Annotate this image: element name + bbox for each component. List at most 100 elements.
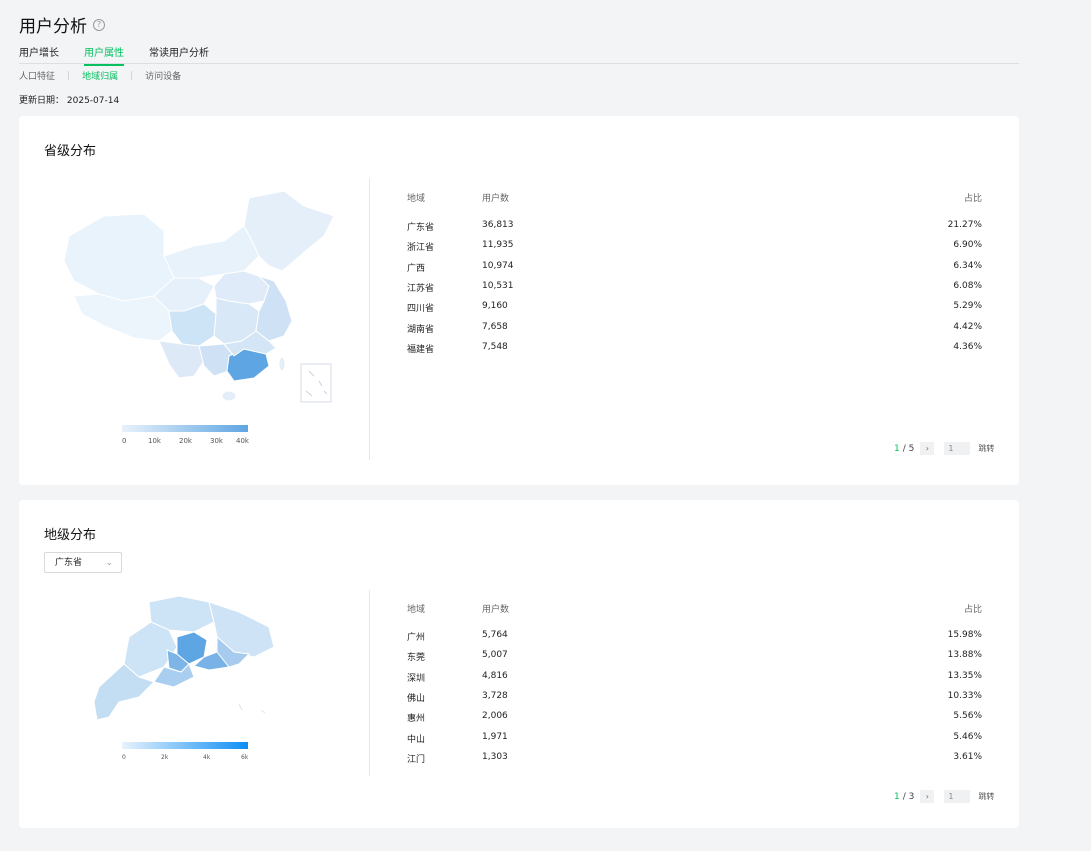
- row-ratio: 6.90%: [953, 240, 982, 251]
- update-date: 更新日期： 2025-07-14: [19, 93, 119, 106]
- update-date-label: 更新日期：: [19, 96, 65, 106]
- city-header-region: 地域: [407, 605, 426, 615]
- row-ratio: 4.42%: [953, 321, 982, 332]
- subtab-divider: |: [67, 70, 71, 81]
- province-legend-bar: [122, 425, 248, 432]
- row-ratio: 13.88%: [947, 650, 982, 661]
- row-ratio: 4.36%: [953, 341, 982, 352]
- pager-total: / 5: [902, 443, 915, 454]
- city-legend-2k: 2k: [161, 754, 169, 761]
- province-header-users: 用户数: [482, 194, 510, 204]
- pager-total: / 3: [902, 791, 915, 802]
- map-south-sea-inset: [300, 363, 332, 403]
- row-ratio: 3.61%: [953, 751, 982, 762]
- row-users: 36,813: [482, 220, 514, 230]
- pager-current: 1: [894, 443, 900, 454]
- page-title-text: 用户分析: [19, 17, 87, 37]
- row-region: 浙江省: [407, 243, 435, 254]
- row-users: 1,971: [482, 731, 508, 742]
- row-region: 福建省: [407, 344, 435, 355]
- row-region: 四川省: [407, 304, 435, 315]
- province-legend-10k: 10k: [148, 437, 161, 445]
- city-legend-6k: 6k: [241, 754, 249, 761]
- subtab-divider: |: [130, 70, 134, 81]
- table-row: 福建省 7,548 4.36%: [407, 342, 982, 356]
- row-region: 广东省: [407, 223, 435, 233]
- chevron-right-icon[interactable]: ›: [920, 442, 935, 455]
- subtab-devices[interactable]: 访问设备: [145, 69, 181, 82]
- china-map[interactable]: [44, 186, 344, 406]
- row-users: 10,974: [482, 260, 514, 271]
- province-header-region: 地域: [407, 194, 426, 204]
- province-select[interactable]: 广东省 ⌄: [44, 552, 122, 573]
- row-region: 湖南省: [407, 324, 435, 335]
- city-header-ratio: 占比: [963, 605, 982, 615]
- row-ratio: 10.33%: [947, 690, 982, 701]
- table-row: 中山 1,971 5.46%: [407, 732, 982, 746]
- tab-user-growth[interactable]: 用户增长: [19, 44, 59, 64]
- row-users: 4,816: [482, 670, 508, 681]
- map-inner-mongolia: [163, 225, 260, 279]
- table-row: 深圳 4,816 13.35%: [407, 671, 982, 685]
- province-card: 省级分布 0 10k 20k 30k 40k 地域 用户数 占比 广东省 36,8…: [19, 116, 1019, 485]
- table-row: 广西 10,974 6.34%: [407, 261, 982, 275]
- row-region: 广州: [407, 633, 426, 643]
- chevron-right-icon[interactable]: ›: [920, 790, 935, 803]
- province-legend-0: 0: [122, 437, 127, 445]
- row-users: 7,658: [482, 321, 508, 332]
- city-legend-4k: 4k: [203, 754, 211, 761]
- province-header-ratio: 占比: [963, 194, 982, 204]
- row-users: 11,935: [482, 240, 514, 251]
- guangdong-map[interactable]: [89, 592, 279, 732]
- question-circle-icon[interactable]: ?: [93, 18, 105, 31]
- table-row: 浙江省 11,935 6.90%: [407, 240, 982, 254]
- row-ratio: 5.56%: [953, 711, 982, 722]
- row-ratio: 5.46%: [953, 731, 982, 742]
- sub-tabs: 人口特征 | 地域归属 | 访问设备: [19, 69, 181, 83]
- tab-frequent-readers[interactable]: 常读用户分析: [149, 44, 209, 64]
- map-south-sea-islands: [305, 370, 328, 397]
- pager-jump-button[interactable]: 跳转: [978, 791, 994, 802]
- map-islands-gd: [238, 703, 266, 714]
- row-ratio: 6.08%: [953, 280, 982, 291]
- table-row: 江门 1,303 3.61%: [407, 752, 982, 766]
- row-region: 深圳: [407, 673, 426, 684]
- row-users: 2,006: [482, 711, 508, 722]
- page-title: 用户分析 ?: [19, 12, 105, 37]
- row-users: 9,160: [482, 301, 508, 312]
- row-users: 1,303: [482, 751, 508, 762]
- update-date-value: 2025-07-14: [66, 96, 120, 106]
- map-hainan: [221, 390, 237, 402]
- row-region: 佛山: [407, 693, 426, 704]
- subtab-region[interactable]: 地域归属: [82, 69, 118, 82]
- map-tibet: [73, 293, 173, 342]
- province-title: 省级分布: [44, 144, 97, 159]
- city-divider: [369, 590, 370, 776]
- table-row: 广州 5,764 15.98%: [407, 630, 982, 644]
- city-legend-bar: [122, 742, 248, 749]
- table-row: 广东省 36,813 21.27%: [407, 220, 982, 234]
- row-region: 江苏省: [407, 283, 435, 294]
- city-legend-0: 0: [122, 754, 126, 761]
- pager-jump-button[interactable]: 跳转: [978, 443, 994, 454]
- table-row: 东莞 5,007 13.88%: [407, 650, 982, 664]
- row-ratio: 21.27%: [947, 220, 982, 230]
- row-users: 7,548: [482, 341, 508, 352]
- row-users: 5,764: [482, 630, 508, 640]
- table-row: 江苏省 10,531 6.08%: [407, 281, 982, 295]
- main-tabs: 用户增长 用户属性 常读用户分析: [19, 44, 1019, 66]
- province-legend-30k: 30k: [210, 437, 223, 445]
- city-title: 地级分布: [44, 528, 97, 543]
- pager-page-input[interactable]: 1: [944, 790, 971, 803]
- city-card: 地级分布 广东省 ⌄ 0 2k 4k 6k 地域 用户数 占比 广州 5,764 1…: [19, 500, 1019, 828]
- table-row: 惠州 2,006 5.56%: [407, 711, 982, 725]
- row-ratio: 5.29%: [953, 301, 982, 312]
- pager-page-input[interactable]: 1: [944, 442, 971, 455]
- tab-user-attributes[interactable]: 用户属性: [84, 44, 124, 66]
- table-row: 佛山 3,728 10.33%: [407, 691, 982, 705]
- province-pager: 1 / 5 › 1 跳转: [894, 442, 994, 455]
- province-legend-20k: 20k: [179, 437, 192, 445]
- subtab-demographics[interactable]: 人口特征: [19, 69, 55, 82]
- map-xinjiang: [63, 213, 175, 302]
- row-users: 3,728: [482, 690, 508, 701]
